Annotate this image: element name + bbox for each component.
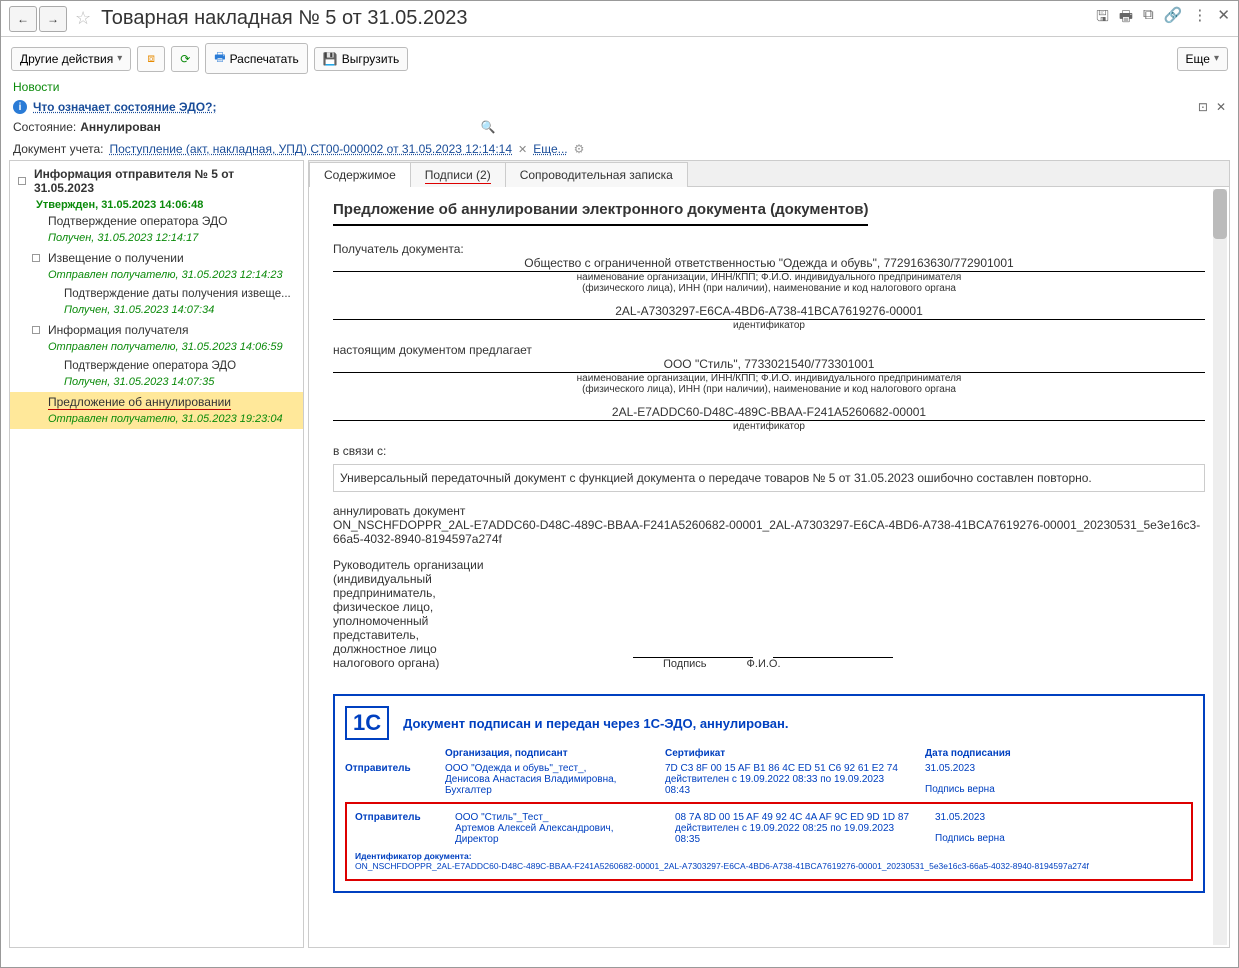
org-note2: (физического лица), ИНН (при наличии), н…: [333, 283, 1205, 294]
tree-root-label: Информация отправителя № 5 от 31.05.2023: [34, 167, 295, 195]
copy-icon[interactable]: ⧉: [1143, 6, 1154, 31]
news-link[interactable]: Новости: [1, 80, 1238, 98]
search-icon[interactable]: 🔍: [481, 120, 496, 134]
doc-title: Предложение об аннулировании электронног…: [333, 201, 868, 226]
cancel-label: аннулировать документ: [333, 504, 1205, 518]
tree-node-recipient-info[interactable]: Информация получателя: [10, 320, 303, 340]
print-icon[interactable]: 🖶: [1119, 6, 1133, 31]
menu-icon[interactable]: ⋮: [1192, 6, 1207, 31]
proposes-label: настоящим документом предлагает: [333, 343, 1205, 357]
stamp-row-valid: Подпись верна: [925, 784, 1015, 795]
tree-status: Отправлен получателю, 31.05.2023 14:06:5…: [10, 340, 303, 357]
stamp-row2-role: Отправитель: [355, 812, 435, 845]
tree-status: Отправлен получателю, 31.05.2023 19:23:0…: [10, 412, 303, 429]
id-label: идентификатор: [333, 320, 1205, 331]
document-panel: Содержимое Подписи (2) Сопроводительная …: [308, 160, 1230, 948]
sender-value: ООО "Стиль", 7733021540/773301001: [333, 357, 1205, 373]
tab-content[interactable]: Содержимое: [309, 162, 411, 187]
tree-node-confirm-edo-1[interactable]: Подтверждение оператора ЭДО: [10, 211, 303, 231]
tree-status: Отправлен получателю, 31.05.2023 12:14:2…: [10, 268, 303, 285]
state-line: Состояние: Аннулирован 🔍: [1, 116, 1238, 138]
logo-1c-icon: 1C: [345, 706, 389, 740]
tree-icon-button[interactable]: ⧈: [137, 46, 165, 72]
signature-stamp: 1C Документ подписан и передан через 1С-…: [333, 694, 1205, 893]
refresh-button[interactable]: ⟳: [171, 46, 199, 72]
document-tree: Информация отправителя № 5 от 31.05.2023…: [9, 160, 304, 948]
edo-state-help-link[interactable]: Что означает состояние ЭДО?;: [33, 100, 216, 114]
print-button[interactable]: 🖶Распечатать: [205, 43, 308, 74]
more-docs-link[interactable]: Еще...: [533, 142, 567, 156]
help-line: i Что означает состояние ЭДО?; ⊡ ✕: [1, 98, 1238, 116]
tree-status: Получен, 31.05.2023 12:14:17: [10, 231, 303, 248]
tree-status: Получен, 31.05.2023 14:07:34: [10, 303, 303, 320]
gear-icon[interactable]: ⚙: [574, 142, 585, 156]
remove-link-icon[interactable]: ✕: [518, 143, 527, 156]
accounting-doc-line: Документ учета: Поступление (акт, наклад…: [1, 138, 1238, 160]
recipient-value: Общество с ограниченной ответственностью…: [333, 256, 1205, 272]
scrollbar[interactable]: [1213, 189, 1227, 945]
stamp-row2-cert: 08 7A 8D 00 15 AF 49 92 4C 4A AF 9C ED 9…: [675, 812, 915, 845]
stamp-row2-org: ООО "Стиль"_Тест_ Артемов Алексей Алекса…: [455, 812, 655, 845]
tree-status: Получен, 31.05.2023 14:07:35: [10, 375, 303, 392]
stamp-col-date: Дата подписания: [925, 748, 1015, 759]
stamp-row-date: 31.05.2023: [925, 763, 1015, 774]
tab-cover-note[interactable]: Сопроводительная записка: [505, 162, 688, 187]
more-button[interactable]: Еще: [1177, 47, 1228, 71]
back-button[interactable]: ←: [9, 6, 37, 32]
stamp-col-org: Организация, подписант: [445, 748, 645, 759]
doc-tabs: Содержимое Подписи (2) Сопроводительная …: [309, 161, 1229, 187]
favorite-icon[interactable]: ☆: [75, 8, 91, 29]
state-label: Состояние:: [13, 120, 76, 134]
stamp-id-label: Идентификатор документа:: [355, 851, 1183, 861]
stamp-row-cert: 7D C3 8F 00 15 AF B1 86 4C ED 51 C6 92 6…: [665, 763, 905, 796]
stamp-row2-date: 31.05.2023: [935, 812, 1025, 823]
tree-node-receipt-notice[interactable]: Извещение о получении: [10, 248, 303, 268]
recipient-label: Получатель документа:: [333, 242, 1205, 256]
export-label: Выгрузить: [342, 52, 400, 66]
tree-node-cancel-proposal[interactable]: Предложение об аннулировании: [10, 392, 303, 412]
print-label: Распечатать: [230, 52, 299, 66]
forward-button[interactable]: →: [39, 6, 67, 32]
page-title: Товарная накладная № 5 от 31.05.2023: [101, 7, 467, 30]
tree-node-date-confirm[interactable]: Подтверждение даты получения извеще...: [10, 285, 303, 303]
stamp-row-org: ООО "Одежда и обувь"_тест_, Денисова Ана…: [445, 763, 645, 796]
other-actions-button[interactable]: Другие действия: [11, 47, 131, 71]
info-icon: i: [13, 100, 27, 114]
sender-id: 2AL-E7ADDC60-D48C-489C-BBAA-F241A5260682…: [333, 405, 1205, 421]
signature-caption: Подпись: [663, 658, 707, 670]
expand-icon[interactable]: ⊡: [1198, 100, 1208, 114]
fio-caption: Ф.И.О.: [747, 658, 781, 670]
toolbar: Другие действия ⧈ ⟳ 🖶Распечатать 💾Выгруз…: [1, 37, 1238, 80]
recipient-id: 2AL-A7303297-E6CA-4BD6-A738-41BCA7619276…: [333, 304, 1205, 320]
close-icon[interactable]: ✕: [1217, 6, 1230, 31]
tab-signatures[interactable]: Подписи (2): [410, 162, 506, 187]
save-icon[interactable]: 🖫: [1096, 6, 1109, 31]
document-body: Предложение об аннулировании электронног…: [309, 187, 1229, 947]
stamp-id: ON_NSCHFDOPPR_2AL-E7ADDC60-D48C-489C-BBA…: [355, 861, 1183, 871]
link-icon[interactable]: 🔗: [1164, 6, 1183, 31]
cancel-doc-id: ON_NSCHFDOPPR_2AL-E7ADDC60-D48C-489C-BBA…: [333, 518, 1205, 546]
stamp-title: Документ подписан и передан через 1С-ЭДО…: [403, 716, 788, 731]
stamp-col-cert: Сертификат: [665, 748, 905, 759]
tree-node-confirm-edo-2[interactable]: Подтверждение оператора ЭДО: [10, 357, 303, 375]
tree-root[interactable]: Информация отправителя № 5 от 31.05.2023: [10, 163, 303, 199]
docline-label: Документ учета:: [13, 142, 103, 156]
close-panel-icon[interactable]: ✕: [1216, 100, 1226, 114]
stamp-row2-valid: Подпись верна: [935, 833, 1025, 844]
stamp-row-role: Отправитель: [345, 763, 425, 796]
reason-label: в связи с:: [333, 444, 1205, 458]
state-value: Аннулирован: [80, 120, 160, 134]
accounting-doc-link[interactable]: Поступление (акт, накладная, УПД) СТ00-0…: [109, 142, 512, 156]
export-button[interactable]: 💾Выгрузить: [314, 47, 408, 71]
tree-root-status: Утвержден, 31.05.2023 14:06:48: [10, 199, 303, 211]
head-label: Руководитель организации (индивидуальный…: [333, 558, 503, 670]
titlebar: ← → ☆ Товарная накладная № 5 от 31.05.20…: [1, 1, 1238, 37]
reason-text: Универсальный передаточный документ с фу…: [333, 464, 1205, 492]
org-note: наименование организации, ИНН/КПП; Ф.И.О…: [333, 272, 1205, 283]
